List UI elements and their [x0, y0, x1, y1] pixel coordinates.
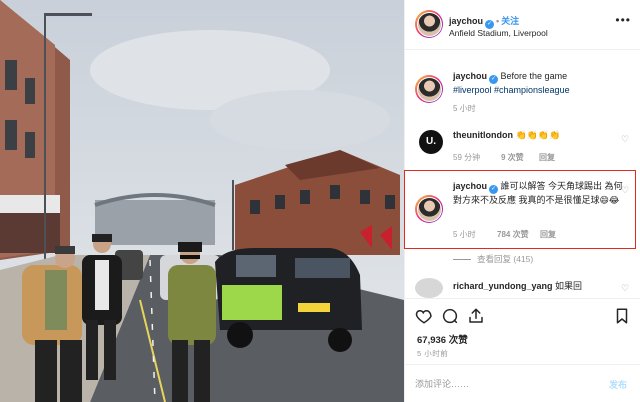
- post-actions: 67,936 次赞 5 小时前: [405, 298, 640, 372]
- comment-avatar[interactable]: [415, 278, 443, 298]
- comment-username[interactable]: richard_yundong_yang: [453, 281, 553, 291]
- comment-likes[interactable]: 9 次赞: [501, 152, 524, 163]
- post-timestamp: 5 小时前: [417, 349, 449, 358]
- view-replies-label: 查看回复 (415): [477, 254, 534, 264]
- comment-username[interactable]: theunitlondon: [453, 130, 513, 140]
- caption-text: Before the game: [500, 71, 568, 81]
- separator-dot: •: [496, 16, 500, 26]
- comment-like-heart-icon[interactable]: ♡: [621, 135, 630, 144]
- comment-highlight-box: [404, 170, 636, 249]
- header-user-line: jaychou ✓ • 关注: [449, 14, 519, 29]
- comment-text: 👏👏👏👏: [515, 130, 561, 140]
- comment-like-heart-icon[interactable]: ♡: [621, 284, 630, 293]
- comment-text: 如果回: [555, 281, 583, 291]
- post-comment-button[interactable]: 发布: [609, 378, 627, 391]
- header-username[interactable]: jaychou: [449, 16, 483, 26]
- caption-hashtags[interactable]: #liverpool #championsleague: [453, 85, 570, 95]
- more-horizontal-icon[interactable]: •••: [615, 13, 631, 27]
- post-header: jaychou ✓ • 关注 Anfield Stadium, Liverpool •…: [405, 0, 640, 50]
- verified-badge-icon: ✓: [489, 75, 499, 84]
- caption-username[interactable]: jaychou: [453, 71, 487, 81]
- likes-count[interactable]: 67,936 次赞: [417, 332, 468, 346]
- view-replies-link[interactable]: 查看回复 (415): [453, 253, 533, 265]
- instagram-post-window: jaychou ✓ • 关注 Anfield Stadium, Liverpool •…: [0, 0, 640, 402]
- comment-3: richard_yundong_yang 如果回: [453, 279, 623, 293]
- caption-avatar[interactable]: [415, 75, 443, 103]
- theunitlondon-avatar[interactable]: U.: [419, 130, 443, 154]
- comment-input[interactable]: [415, 375, 585, 393]
- add-comment-bar: 发布: [405, 364, 640, 402]
- comment-time: 59 分钟: [453, 153, 481, 162]
- comment-bubble-icon[interactable]: [441, 307, 459, 325]
- avatar[interactable]: [415, 10, 443, 38]
- avatar-image: [416, 11, 442, 37]
- follow-button[interactable]: 关注: [501, 16, 519, 26]
- comment-1: theunitlondon 👏👏👏👏: [453, 130, 603, 141]
- street-scene-image: [0, 0, 404, 402]
- divider-line: [453, 259, 471, 261]
- location-link[interactable]: Anfield Stadium, Liverpool: [449, 28, 548, 38]
- caption-block: jaychou ✓ Before the game #liverpool #cha…: [453, 70, 633, 96]
- caption-time: 5 小时: [453, 104, 476, 113]
- post-photo[interactable]: [0, 0, 404, 402]
- comment-reply-button[interactable]: 回复: [539, 152, 555, 163]
- like-heart-icon[interactable]: [415, 307, 433, 325]
- share-upload-icon[interactable]: [467, 307, 485, 325]
- avatar-image: [416, 76, 442, 102]
- bookmark-icon[interactable]: [613, 307, 631, 325]
